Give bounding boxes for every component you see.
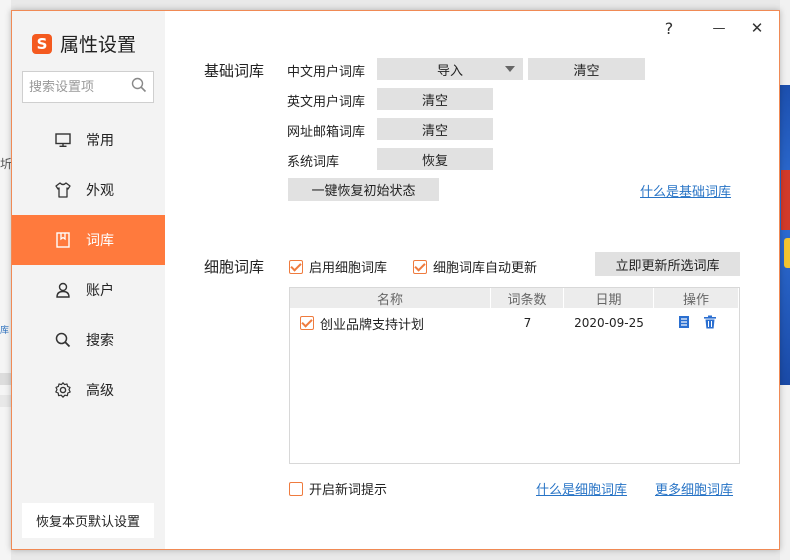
background-bar bbox=[0, 373, 11, 385]
sidebar-item-appearance[interactable]: 外观 bbox=[12, 165, 165, 215]
sidebar-nav: 常用 外观 词库 账户 搜索 高级 bbox=[12, 115, 165, 415]
what-is-basic-dict-link[interactable]: 什么是基础词库 bbox=[640, 181, 731, 200]
sidebar-item-label: 高级 bbox=[86, 383, 114, 399]
sidebar-item-label: 外观 bbox=[86, 183, 114, 199]
sidebar-item-account[interactable]: 账户 bbox=[12, 265, 165, 315]
shirt-icon bbox=[54, 181, 72, 199]
dict-word-count: 7 bbox=[523, 316, 532, 330]
sidebar-item-search[interactable]: 搜索 bbox=[12, 315, 165, 365]
clear-english-dict-button[interactable]: 清空 bbox=[377, 88, 493, 110]
column-header-date[interactable]: 日期 bbox=[564, 288, 654, 308]
sidebar-item-label: 搜索 bbox=[86, 333, 114, 349]
auto-update-label: 细胞词库自动更新 bbox=[433, 261, 538, 276]
column-header-name[interactable]: 名称 bbox=[290, 288, 491, 308]
sidebar-item-dictionary[interactable]: 词库 bbox=[12, 215, 165, 265]
sogou-logo-icon: S bbox=[32, 33, 52, 54]
english-user-dict-label: 英文用户词库 bbox=[287, 95, 366, 110]
brand: S 属性设置 bbox=[32, 30, 136, 57]
restore-all-button[interactable]: 一键恢复初始状态 bbox=[288, 178, 439, 201]
settings-search[interactable] bbox=[22, 71, 154, 103]
what-is-cell-dict-link[interactable]: 什么是细胞词库 bbox=[536, 479, 627, 498]
basic-dictionary-section-label: 基础词库 bbox=[204, 62, 265, 80]
auto-update-checkbox[interactable]: 细胞词库自动更新 bbox=[413, 257, 537, 276]
monitor-icon bbox=[54, 131, 72, 149]
sidebar-item-label: 账户 bbox=[86, 283, 114, 299]
dict-name: 创业品牌支持计划 bbox=[320, 317, 425, 333]
restore-system-dict-button[interactable]: 恢复 bbox=[377, 148, 493, 170]
search-input[interactable] bbox=[29, 79, 125, 95]
column-header-actions: 操作 bbox=[654, 288, 739, 308]
row-name-cell: 创业品牌支持计划 bbox=[290, 314, 491, 333]
search-icon bbox=[54, 331, 72, 349]
sidebar-item-label: 常用 bbox=[86, 133, 114, 149]
enable-cell-dict-checkbox[interactable]: 启用细胞词库 bbox=[289, 257, 387, 276]
new-word-hint-checkbox[interactable]: 开启新词提示 bbox=[289, 479, 387, 498]
import-label: 导入 bbox=[436, 63, 463, 79]
background-banner-yellow bbox=[784, 238, 790, 268]
delete-icon[interactable] bbox=[703, 315, 717, 332]
table-row[interactable]: 创业品牌支持计划 7 2020-09-25 bbox=[290, 308, 739, 338]
search-icon[interactable] bbox=[131, 77, 147, 97]
url-email-dict-label: 网址邮箱词库 bbox=[287, 125, 366, 140]
row-actions bbox=[654, 315, 739, 332]
sidebar-item-advanced[interactable]: 高级 bbox=[12, 365, 165, 415]
sidebar-item-common[interactable]: 常用 bbox=[12, 115, 165, 165]
background-banner bbox=[780, 85, 790, 385]
import-dropdown-button[interactable]: 导入 bbox=[377, 58, 523, 80]
clear-chinese-dict-button[interactable]: 清空 bbox=[528, 58, 645, 80]
enable-cell-dict-label: 启用细胞词库 bbox=[309, 261, 388, 276]
clear-url-dict-button[interactable]: 清空 bbox=[377, 118, 493, 140]
column-header-count[interactable]: 词条数 bbox=[491, 288, 564, 308]
cell-dictionary-section-label: 细胞词库 bbox=[204, 258, 265, 276]
gear-icon bbox=[54, 381, 72, 399]
background-window-left bbox=[0, 0, 11, 560]
background-banner-red bbox=[781, 170, 790, 230]
settings-dialog: S 属性设置 常用 外观 bbox=[11, 10, 780, 550]
chevron-down-icon bbox=[505, 66, 515, 72]
dict-date: 2020-09-25 bbox=[574, 316, 644, 330]
book-icon bbox=[54, 231, 72, 249]
cell-dict-table: 名称 词条数 日期 操作 创业品牌支持计划 7 2020-09-25 bbox=[289, 287, 740, 464]
background-link-glyph: 库 bbox=[0, 326, 10, 336]
restore-defaults-button[interactable]: 恢复本页默认设置 bbox=[22, 503, 154, 538]
checkbox-checked-icon bbox=[289, 259, 303, 274]
chinese-user-dict-label: 中文用户词库 bbox=[287, 65, 366, 80]
row-checkbox[interactable] bbox=[300, 316, 314, 330]
sidebar-item-label: 词库 bbox=[86, 233, 114, 249]
table-header: 名称 词条数 日期 操作 bbox=[290, 288, 739, 308]
user-icon bbox=[54, 281, 72, 299]
update-selected-button[interactable]: 立即更新所选词库 bbox=[595, 252, 740, 276]
checkbox-unchecked-icon bbox=[289, 481, 303, 496]
dictionary-settings-panel: 基础词库 中文用户词库 导入 清空 英文用户词库 清空 网址邮箱词库 清空 系统… bbox=[165, 11, 779, 549]
view-details-icon[interactable] bbox=[677, 315, 691, 332]
system-dict-label: 系统词库 bbox=[287, 155, 340, 170]
new-word-hint-label: 开启新词提示 bbox=[309, 483, 388, 498]
checkbox-checked-icon bbox=[413, 259, 427, 274]
more-cell-dict-link[interactable]: 更多细胞词库 bbox=[655, 479, 733, 498]
sidebar: S 属性设置 常用 外观 bbox=[12, 11, 165, 549]
background-bar bbox=[0, 395, 11, 407]
dialog-title: 属性设置 bbox=[60, 34, 137, 56]
